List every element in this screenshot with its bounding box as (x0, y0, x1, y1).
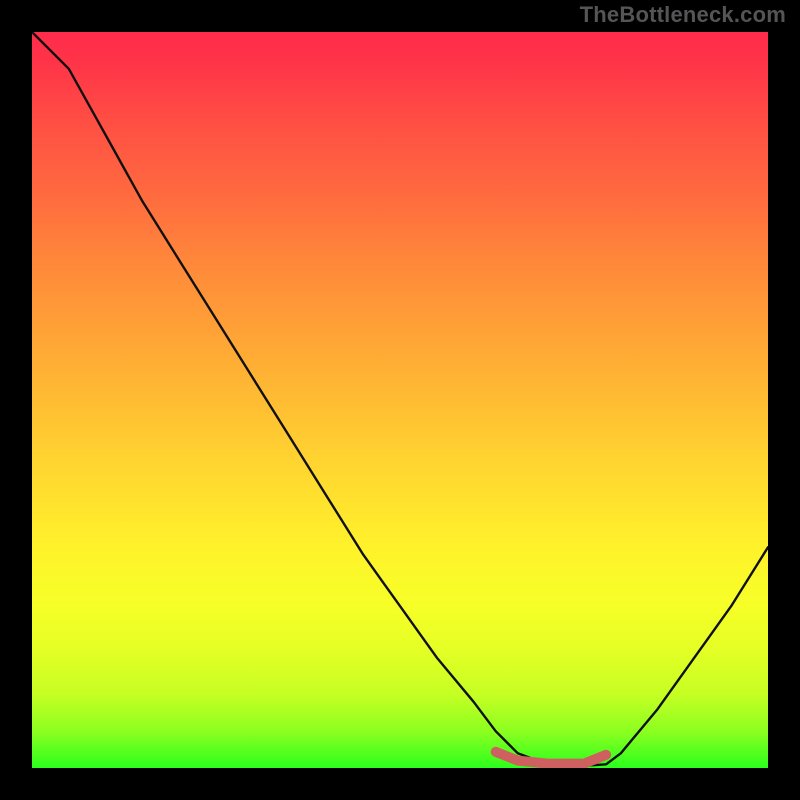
optimal-marker (496, 752, 606, 764)
chart-frame: TheBottleneck.com (0, 0, 800, 800)
watermark-text: TheBottleneck.com (580, 2, 786, 28)
curve-svg (32, 32, 768, 768)
plot-area (32, 32, 768, 768)
main-curve (32, 32, 768, 766)
